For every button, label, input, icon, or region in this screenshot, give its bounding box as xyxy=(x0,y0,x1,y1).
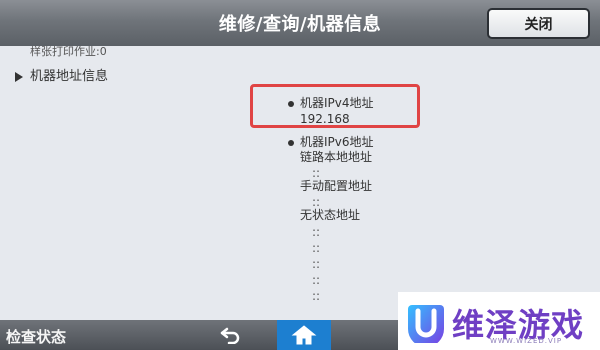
content-area: 样张打印作业:0 机器地址信息 机器IPv4地址 192.168 机器IPv6地… xyxy=(0,46,600,320)
logo-subtext: WWW.WIZED.VIP xyxy=(490,337,563,345)
ipv4-value: 192.168 xyxy=(300,112,350,126)
title-bar: 维修/查询/机器信息 关闭 xyxy=(0,0,600,47)
watermark-logo: 维泽游戏 WWW.WIZED.VIP xyxy=(398,292,600,350)
close-button[interactable]: 关闭 xyxy=(487,8,590,39)
stateless-label: 无状态地址 xyxy=(300,208,361,222)
colon-mark: :: xyxy=(312,273,321,287)
colon-mark: :: xyxy=(312,289,321,303)
triangle-right-icon xyxy=(15,72,23,82)
colon-mark: :: xyxy=(312,241,321,255)
back-button[interactable] xyxy=(213,320,247,350)
logo-icon xyxy=(408,305,444,343)
colon-mark: :: xyxy=(312,257,321,271)
bullet-icon xyxy=(288,140,294,146)
home-icon xyxy=(291,325,317,345)
ipv4-label: 机器IPv4地址 xyxy=(300,96,374,110)
home-button[interactable] xyxy=(277,320,331,350)
device-screen: 维修/查询/机器信息 关闭 样张打印作业:0 机器地址信息 机器IPv4地址 1… xyxy=(0,0,600,350)
manual-config-label: 手动配置地址 xyxy=(300,179,373,193)
sample-print-jobs: 样张打印作业:0 xyxy=(30,46,107,58)
back-arrow-icon xyxy=(220,327,240,344)
link-local-label: 链路本地地址 xyxy=(300,150,373,164)
check-status-button[interactable]: 检查状态 xyxy=(6,326,66,347)
colon-mark: :: xyxy=(312,225,321,239)
ipv6-label: 机器IPv6地址 xyxy=(300,135,374,149)
machine-address-info-item[interactable]: 机器地址信息 xyxy=(30,69,108,84)
bullet-icon xyxy=(288,101,294,107)
